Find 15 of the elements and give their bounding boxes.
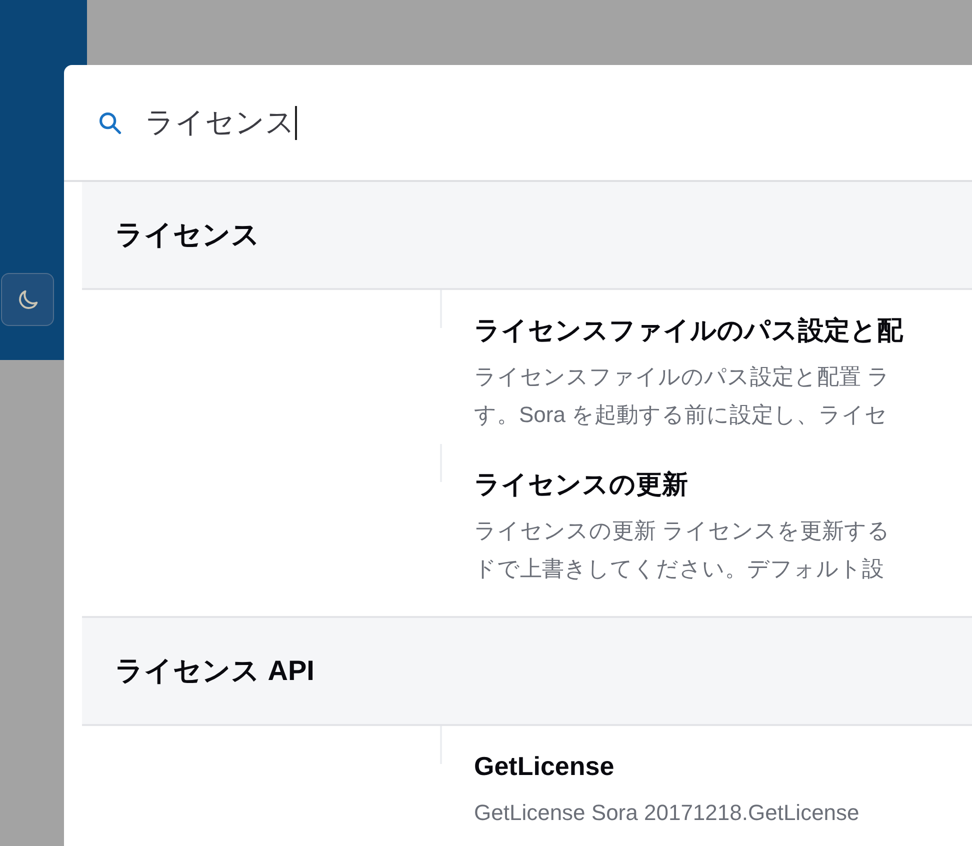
result-item[interactable]: ライセンスの更新 ライセンスの更新 ライセンスを更新する ドで上書きしてください。デフォルト設 [440, 444, 972, 598]
theme-toggle-button[interactable] [1, 273, 54, 326]
section-title: ライセンス API [115, 654, 314, 688]
result-title: ライセンスの更新 [474, 468, 689, 501]
result-item[interactable]: GetLicense GetLicense Sora 20171218.GetLicense [440, 726, 972, 842]
search-field[interactable]: ライセンス [145, 102, 295, 142]
section-title: ライセンス [115, 218, 260, 252]
text-cursor [295, 106, 297, 140]
result-snippet: ライセンスファイルのパス設定と配置 ラ す。Sora を起動する前に設定し、ライセ [474, 363, 892, 429]
search-icon [97, 110, 123, 136]
result-snippet: ライセンスの更新 ライセンスを更新する ドで上書きしてください。デフォルト設 [474, 517, 890, 583]
result-title: ライセンスファイルのパス設定と配 [474, 314, 903, 347]
result-title: GetLicense [474, 750, 616, 783]
result-item[interactable]: ライセンスファイルのパス設定と配 ライセンスファイルのパス設定と配置 ラ す。Sora を起動する前に設定し、ライセ [440, 290, 972, 444]
result-snippet: GetLicense Sora 20171218.GetLicense [474, 799, 860, 827]
